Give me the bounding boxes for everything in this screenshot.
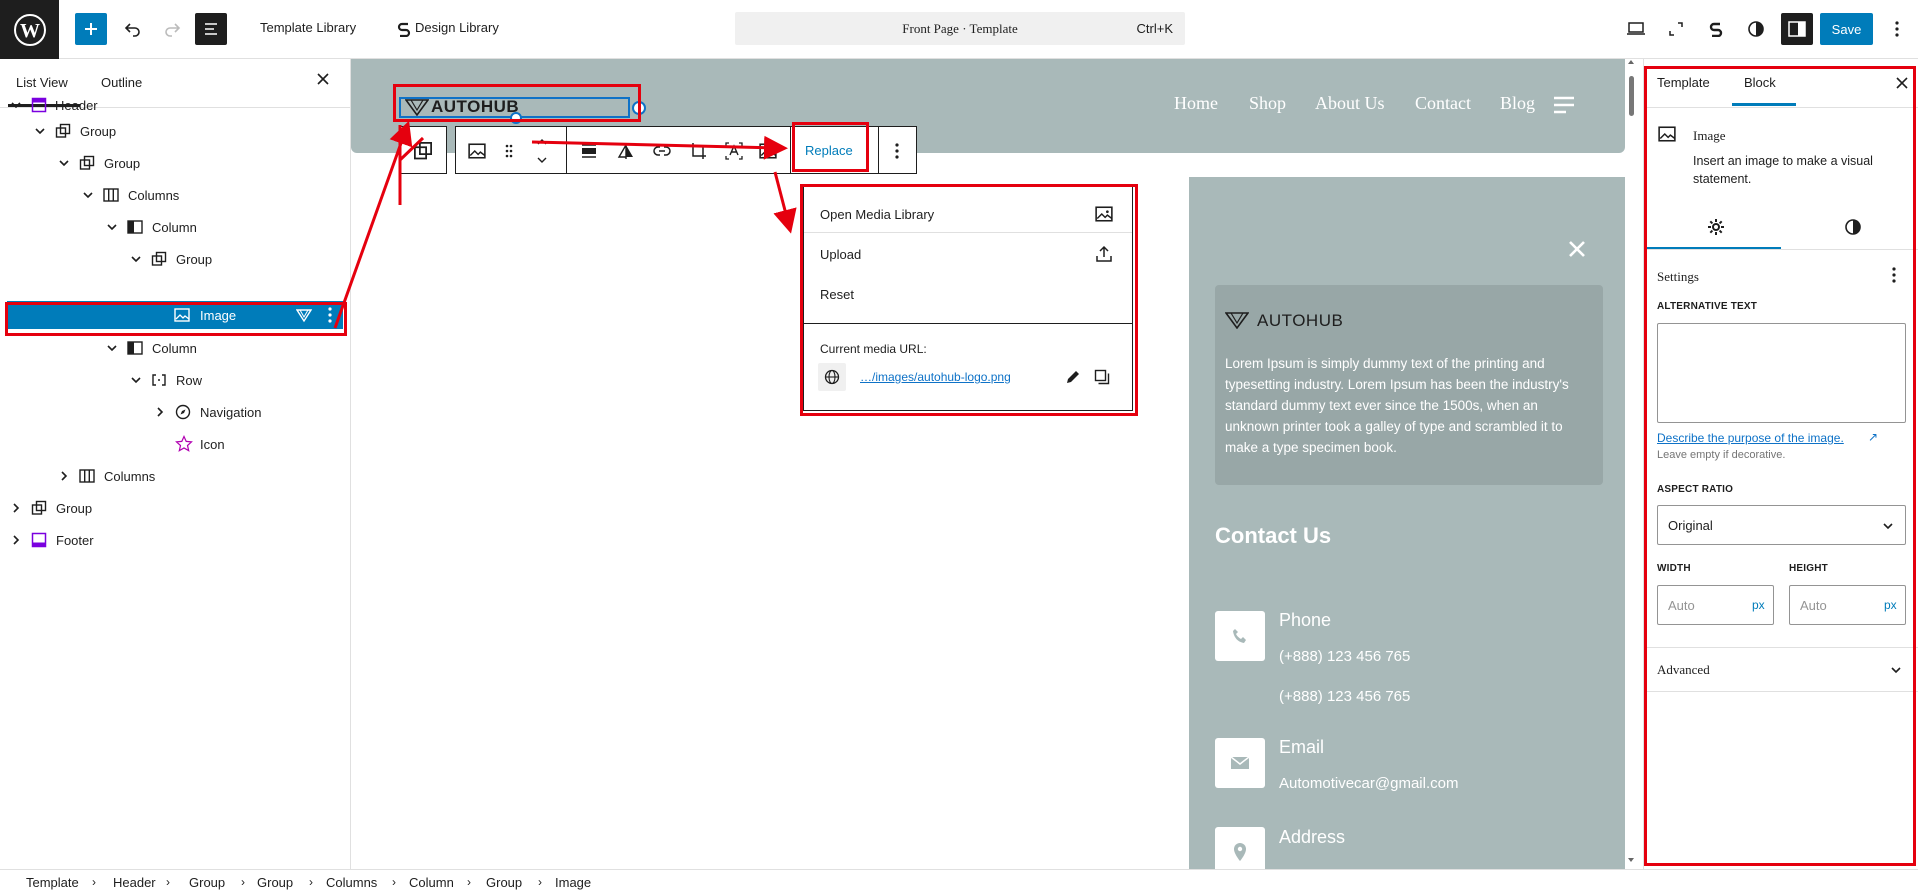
annotation-arrows xyxy=(333,120,797,329)
